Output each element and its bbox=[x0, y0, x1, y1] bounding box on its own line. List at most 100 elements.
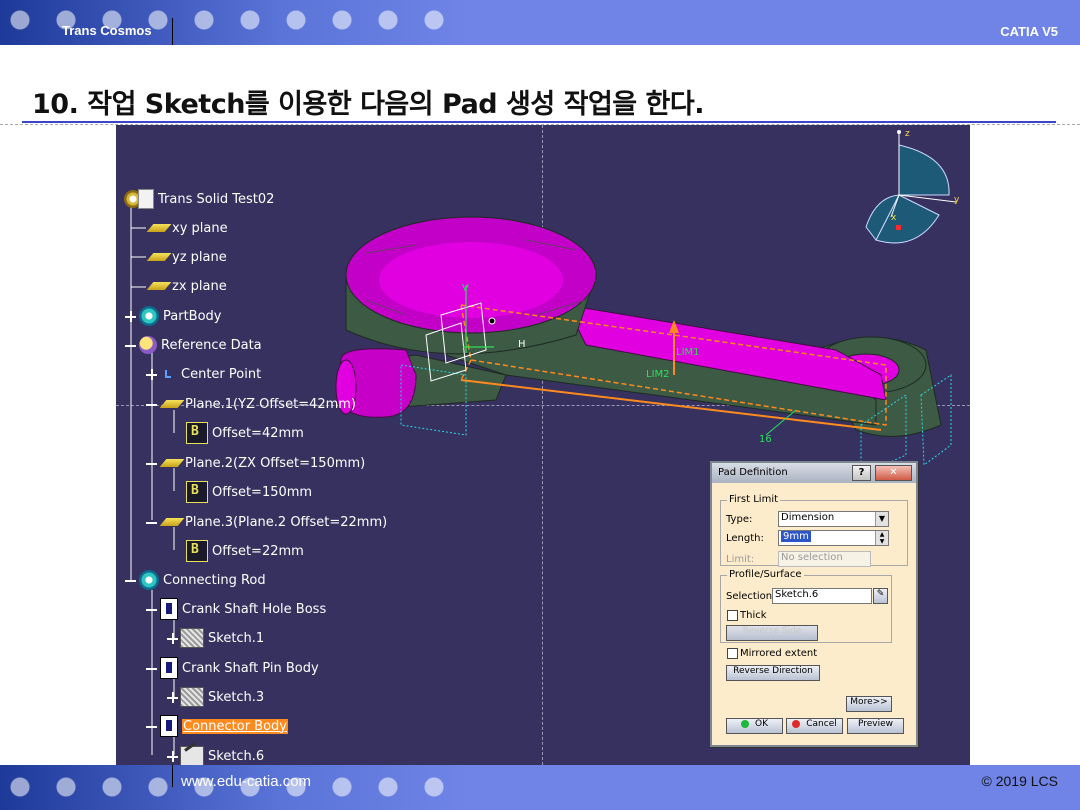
tree-item-sketch-3[interactable]: Sketch.3 bbox=[167, 686, 264, 708]
title-divider bbox=[22, 121, 1056, 123]
plane-icon bbox=[159, 518, 185, 526]
selection-value: Sketch.6 bbox=[775, 589, 819, 600]
tree-item-label: Sketch.6 bbox=[208, 748, 265, 764]
tree-item-crank-shaft-pin-body[interactable]: Crank Shaft Pin Body bbox=[146, 657, 319, 679]
type-value: Dimension bbox=[781, 512, 835, 523]
preview-button[interactable]: Preview bbox=[847, 718, 904, 734]
collapse-minus-icon[interactable] bbox=[146, 604, 157, 615]
tree-item-label: Sketch.1 bbox=[208, 630, 265, 646]
expand-plus-icon[interactable] bbox=[167, 632, 178, 644]
dialog-title: Pad Definition bbox=[718, 467, 788, 478]
tree-item-label: PartBody bbox=[163, 308, 222, 324]
plane-icon bbox=[146, 253, 172, 261]
chevron-down-icon[interactable]: ▼ bbox=[875, 512, 888, 526]
parameter-icon bbox=[186, 540, 208, 562]
footer-copyright: © 2019 LCS bbox=[981, 773, 1058, 789]
close-button[interactable]: ✕ bbox=[875, 465, 912, 481]
point-icon bbox=[165, 370, 171, 378]
collapse-minus-icon[interactable] bbox=[146, 663, 157, 674]
tree-item-plane-1[interactable]: Plane.1(YZ Offset=42mm) bbox=[146, 393, 356, 415]
tree-item-label-selected: Connector Body bbox=[182, 718, 288, 734]
pad-icon bbox=[160, 657, 178, 679]
collapse-minus-icon[interactable] bbox=[146, 721, 157, 732]
limit-value: No selection bbox=[781, 552, 843, 563]
tree-item-reference-data[interactable]: Reference Data bbox=[125, 334, 262, 356]
tree-item-label: Crank Shaft Pin Body bbox=[182, 660, 319, 676]
parameter-icon bbox=[186, 422, 208, 444]
tree-item-label: Center Point bbox=[181, 366, 262, 382]
thick-checkbox[interactable] bbox=[727, 610, 738, 621]
sketch-edit-button[interactable]: ✎ bbox=[873, 588, 888, 604]
collapse-minus-icon[interactable] bbox=[146, 458, 157, 469]
compass-z-label: z bbox=[905, 129, 910, 139]
mirrored-extent-checkbox[interactable] bbox=[727, 648, 738, 659]
thick-label: Thick bbox=[740, 610, 767, 621]
tree-item-offset-22[interactable]: Offset=22mm bbox=[186, 540, 304, 562]
tree-item-label: Sketch.3 bbox=[208, 689, 265, 705]
tree-item-label: xy plane bbox=[172, 220, 228, 236]
tree-root-label: Trans Solid Test02 bbox=[158, 191, 275, 207]
tree-item-offset-150[interactable]: Offset=150mm bbox=[186, 481, 312, 503]
tree-item-crank-shaft-hole-boss[interactable]: Crank Shaft Hole Boss bbox=[146, 598, 326, 620]
type-select[interactable]: Dimension ▼ bbox=[778, 511, 889, 527]
slide-footer-bar: www.edu-catia.com © 2019 LCS bbox=[0, 765, 1080, 810]
annotation-lim2: LIM2 bbox=[646, 369, 670, 380]
tree-item-label: Plane.1(YZ Offset=42mm) bbox=[185, 396, 356, 412]
reverse-side-button: Reverse Side bbox=[726, 625, 818, 641]
tree-item-label: Connecting Rod bbox=[163, 572, 266, 588]
tree-item-label: Offset=42mm bbox=[212, 425, 304, 441]
tree-item-offset-42[interactable]: Offset=42mm bbox=[186, 422, 304, 444]
length-input[interactable]: 9mm ▲ ▼ bbox=[778, 530, 889, 546]
sketch-icon bbox=[180, 628, 204, 648]
more-button[interactable]: More>> bbox=[846, 696, 892, 712]
sketch-edit-icon bbox=[180, 746, 204, 765]
compass-x-label: x bbox=[891, 213, 897, 223]
ok-icon bbox=[741, 719, 749, 728]
body-gear-icon bbox=[139, 570, 159, 590]
tree-item-label: Crank Shaft Hole Boss bbox=[182, 601, 327, 617]
tree-item-sketch-1[interactable]: Sketch.1 bbox=[167, 627, 264, 649]
expand-plus-icon[interactable] bbox=[125, 310, 136, 322]
tree-item-connector-body[interactable]: Connector Body bbox=[146, 715, 288, 737]
pad-definition-dialog[interactable]: Pad Definition ? ✕ First Limit Type: Dim… bbox=[710, 461, 918, 747]
reverse-direction-button[interactable]: Reverse Direction bbox=[726, 665, 820, 681]
plane-icon bbox=[146, 282, 172, 290]
annotation-dimension: 16 bbox=[759, 434, 772, 445]
tree-item-zx-plane[interactable]: zx plane bbox=[144, 275, 227, 297]
cancel-button[interactable]: Cancel bbox=[786, 718, 843, 734]
selection-field[interactable]: Sketch.6 bbox=[772, 588, 872, 604]
compass-icon[interactable] bbox=[856, 127, 966, 252]
tree-item-plane-2[interactable]: Plane.2(ZX Offset=150mm) bbox=[146, 452, 365, 474]
compass-y-label: y bbox=[954, 195, 960, 205]
collapse-minus-icon[interactable] bbox=[125, 575, 136, 586]
ok-button[interactable]: OK bbox=[726, 718, 783, 734]
tree-item-plane-3[interactable]: Plane.3(Plane.2 Offset=22mm) bbox=[146, 511, 387, 533]
document-icon bbox=[138, 189, 154, 209]
header-brand-left: Trans Cosmos bbox=[62, 23, 152, 38]
tree-item-xy-plane[interactable]: xy plane bbox=[144, 217, 228, 239]
pad-icon bbox=[160, 715, 178, 737]
tree-item-partbody[interactable]: PartBody bbox=[125, 305, 221, 327]
page-title: 10. 작업 Sketch를 이용한 다음의 Pad 생성 작업을 한다. bbox=[32, 89, 704, 120]
collapse-minus-icon[interactable] bbox=[146, 399, 157, 410]
expand-plus-icon[interactable] bbox=[167, 750, 178, 762]
tree-item-label: yz plane bbox=[172, 249, 227, 265]
body-gear-icon bbox=[139, 306, 159, 326]
tree-item-yz-plane[interactable]: yz plane bbox=[144, 246, 227, 268]
selection-label: Selection: bbox=[726, 591, 776, 602]
sketch-icon bbox=[180, 687, 204, 707]
collapse-minus-icon[interactable] bbox=[146, 517, 157, 528]
spinner-icon[interactable]: ▲ ▼ bbox=[875, 531, 888, 545]
tree-item-sketch-6[interactable]: Sketch.6 bbox=[167, 745, 264, 765]
help-button[interactable]: ? bbox=[852, 465, 871, 481]
expand-plus-icon[interactable] bbox=[146, 368, 157, 380]
collapse-minus-icon[interactable] bbox=[125, 340, 136, 351]
mirrored-extent-label: Mirrored extent bbox=[740, 648, 818, 659]
tree-item-center-point[interactable]: Center Point bbox=[146, 363, 261, 385]
first-limit-legend: First Limit bbox=[727, 494, 781, 505]
tree-root[interactable]: Trans Solid Test02 bbox=[124, 188, 274, 210]
footer-url[interactable]: www.edu-catia.com bbox=[181, 773, 311, 790]
expand-plus-icon[interactable] bbox=[167, 691, 178, 703]
tree-item-connecting-rod[interactable]: Connecting Rod bbox=[125, 569, 266, 591]
dialog-title-bar[interactable]: Pad Definition ? ✕ bbox=[712, 463, 916, 483]
